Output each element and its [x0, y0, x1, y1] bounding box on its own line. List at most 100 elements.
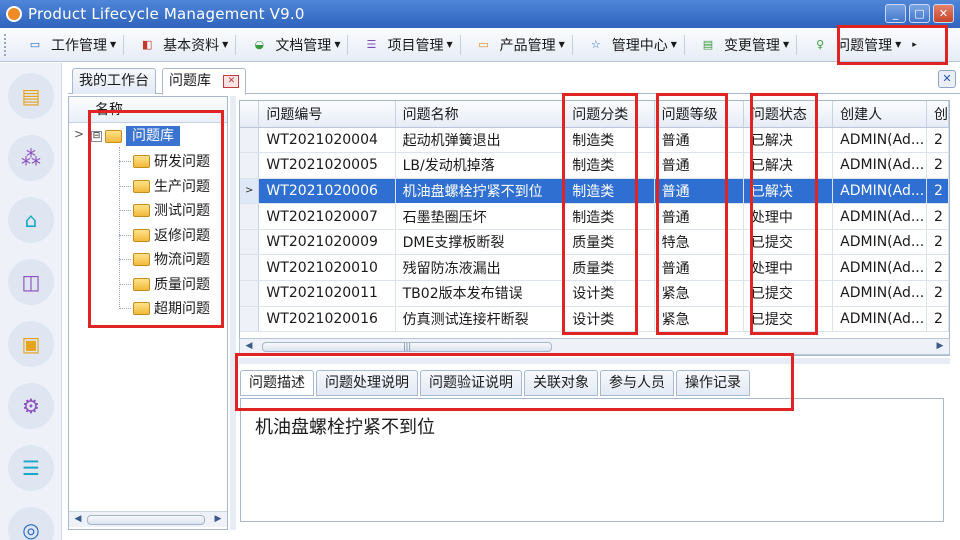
chevron-down-icon: ▼	[782, 40, 790, 49]
cell-issue-name: 石墨垫圈压坏	[395, 203, 566, 230]
row-header[interactable]	[240, 152, 260, 179]
menu-product-management[interactable]: ▭ 产品管理 ▼	[461, 28, 572, 62]
tree-row-indicator: >	[74, 127, 85, 141]
column-header-created[interactable]: 创	[926, 101, 949, 128]
tab-my-workbench[interactable]: 我的工作台	[72, 68, 156, 94]
annotation-box-issue-menu	[837, 25, 948, 65]
cell-creator: ADMIN(Ad...	[832, 280, 927, 307]
annotation-box-detail-tabs	[235, 353, 794, 411]
tab-label: 问题库	[169, 73, 211, 89]
cell-issue-name: LB/发动机掉落	[395, 152, 566, 179]
document-settings-icon[interactable]: ⚙	[8, 383, 54, 429]
cell-created: 2	[926, 229, 949, 256]
menu-label: 基本资料	[163, 37, 220, 54]
change-management-icon: ▤	[702, 37, 714, 51]
annotation-box-level	[656, 93, 728, 335]
scroll-right-icon[interactable]: ▶	[933, 340, 947, 354]
cell-created: 2	[926, 127, 949, 154]
cell-creator: ADMIN(Ad...	[832, 229, 927, 256]
archive-icon[interactable]: ▣	[8, 321, 54, 367]
quick-launch-sidebar: ▤ ⁂ ⌂ ◫ ▣ ⚙ ☰ ◎	[0, 63, 62, 540]
work-management-icon: ▭	[29, 37, 41, 51]
cell-issue-no: WT2021020010	[258, 254, 396, 282]
cell-issue-no: WT2021020005	[258, 152, 396, 179]
row-header[interactable]	[240, 127, 260, 154]
title-bar: Product Lifecycle Management V9.0 _ □ ✕	[0, 0, 960, 28]
cell-created: 2	[926, 152, 949, 179]
row-header[interactable]	[240, 229, 260, 256]
cell-created: 2	[926, 203, 949, 230]
cell-issue-no: WT2021020009	[258, 229, 396, 256]
menu-work-management[interactable]: ▭ 工作管理 ▼	[12, 28, 123, 62]
window-title: Product Lifecycle Management V9.0	[28, 5, 305, 23]
star-icon: ☆	[590, 37, 601, 51]
menu-label: 管理中心	[611, 37, 668, 54]
cell-issue-name: DME支撑板断裂	[395, 229, 566, 256]
close-window-button[interactable]: ✕	[933, 4, 954, 23]
cell-issue-no: WT2021020006	[258, 178, 396, 205]
toolbar-grip[interactable]	[4, 33, 12, 56]
scroll-left-icon[interactable]: ◀	[242, 340, 256, 354]
column-header-creator[interactable]: 创建人	[832, 101, 927, 128]
tree-horizontal-scrollbar[interactable]: ◀ ▶	[69, 511, 227, 527]
current-row-indicator[interactable]: >	[240, 178, 260, 205]
scroll-left-icon[interactable]: ◀	[71, 513, 85, 527]
row-header[interactable]	[240, 203, 260, 230]
cell-creator: ADMIN(Ad...	[832, 127, 927, 154]
list-icon[interactable]: ☰	[8, 445, 54, 491]
cell-creator: ADMIN(Ad...	[832, 306, 927, 333]
document-management-icon: ◒	[254, 37, 265, 51]
cell-issue-no: WT2021020004	[258, 127, 396, 154]
menu-label: 项目管理	[387, 37, 444, 54]
close-tab-icon[interactable]: ✕	[223, 75, 240, 88]
column-header-issue-name[interactable]: 问题名称	[395, 101, 566, 128]
issue-description-text[interactable]: 机油盘螺栓拧紧不到位	[240, 398, 944, 522]
cell-issue-name: 仿真测试连接杆断裂	[395, 306, 566, 333]
maximize-button[interactable]: □	[909, 4, 930, 23]
cell-creator: ADMIN(Ad...	[832, 254, 927, 282]
row-header-corner	[240, 101, 260, 128]
home-icon[interactable]: ⌂	[8, 197, 54, 243]
settings-icon[interactable]: ◎	[8, 507, 54, 540]
cell-creator: ADMIN(Ad...	[832, 203, 927, 230]
menu-label: 工作管理	[51, 37, 107, 54]
chevron-down-icon: ▼	[670, 40, 677, 49]
cell-issue-name: 残留防冻液漏出	[395, 254, 566, 282]
document-tab-strip: 我的工作台 问题库 ✕	[68, 66, 960, 95]
columns-icon[interactable]: ◫	[8, 259, 54, 305]
task-list-icon[interactable]: ▤	[8, 73, 54, 119]
vertical-splitter[interactable]	[230, 96, 236, 530]
row-header[interactable]	[240, 254, 260, 282]
cell-creator: ADMIN(Ad...	[832, 178, 927, 205]
scroll-right-icon[interactable]: ▶	[211, 513, 225, 527]
window-controls: _ □ ✕	[885, 4, 954, 23]
chevron-down-icon: ▼	[558, 40, 565, 49]
menu-basic-data[interactable]: ◧ 基本资料 ▼	[124, 28, 235, 62]
tab-issue-library[interactable]: 问题库 ✕	[162, 68, 247, 95]
menu-label: 产品管理	[499, 37, 556, 54]
scrollbar-thumb[interactable]	[87, 515, 205, 525]
chevron-down-icon: ▼	[446, 40, 453, 49]
menu-label: 文档管理	[275, 37, 332, 54]
row-header[interactable]	[240, 306, 260, 333]
menu-document-management[interactable]: ◒ 文档管理 ▼	[236, 28, 347, 62]
column-header-issue-no[interactable]: 问题编号	[258, 101, 396, 128]
chevron-down-icon: ▼	[222, 40, 229, 49]
cell-issue-name: 机油盘螺栓拧紧不到位	[394, 177, 566, 205]
cell-issue-no: WT2021020007	[258, 203, 396, 230]
tab-label: 我的工作台	[79, 73, 149, 89]
close-panel-button[interactable]: ✕	[938, 70, 956, 88]
menu-project-management[interactable]: ☰ 项目管理 ▼	[348, 28, 459, 62]
row-header[interactable]	[240, 280, 260, 307]
menu-management-center[interactable]: ☆ 管理中心 ▼	[573, 28, 684, 62]
cell-created: 2	[926, 306, 949, 333]
cell-issue-no: WT2021020016	[258, 306, 396, 333]
cell-created: 2	[926, 178, 949, 205]
issue-management-icon: ♀	[816, 37, 825, 51]
project-management-icon: ☰	[366, 37, 377, 51]
minimize-button[interactable]: _	[885, 4, 906, 23]
menu-change-management[interactable]: ▤ 变更管理 ▼	[685, 28, 796, 62]
org-structure-icon[interactable]: ⁂	[8, 135, 54, 181]
scrollbar-thumb[interactable]: |||	[262, 342, 552, 352]
menu-label: 变更管理	[723, 37, 780, 54]
